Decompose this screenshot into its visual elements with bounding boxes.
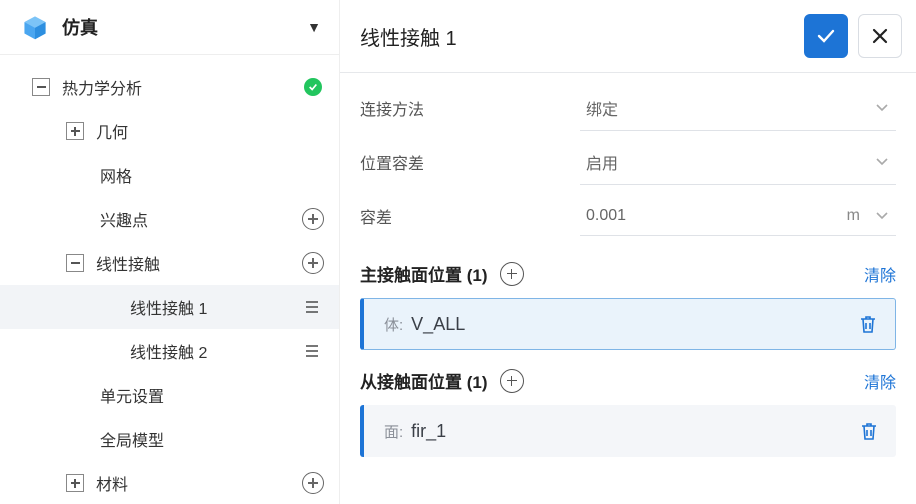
master-chip[interactable]: 体: V_ALL	[360, 298, 896, 350]
panel-title: 线性接触 1	[360, 22, 794, 51]
clear-slave-link[interactable]: 清除	[864, 369, 896, 393]
master-contact-section: 主接触面位置 (1) 清除 体: V_ALL	[340, 243, 916, 350]
add-slave-button[interactable]	[500, 369, 524, 393]
select-value: 绑定	[586, 96, 874, 120]
section-title: 主接触面位置 (1)	[360, 261, 488, 286]
chip-prefix: 体:	[384, 314, 403, 335]
tree-label: 几何	[84, 119, 325, 143]
close-button[interactable]	[858, 14, 902, 58]
unit-label: m	[838, 207, 860, 225]
section-head: 从接触面位置 (1) 清除	[360, 368, 896, 393]
collapse-icon[interactable]	[66, 254, 84, 272]
select-value: 启用	[586, 150, 874, 174]
status-ok-icon	[301, 75, 325, 99]
form-row-tolerance: 容差 0.001 m	[360, 189, 896, 243]
tree-item-global-model[interactable]: 全局模型	[0, 417, 339, 461]
tree-label: 单元设置	[100, 383, 325, 407]
panel-header: 线性接触 1	[340, 0, 916, 73]
tree-item-unit-settings[interactable]: 单元设置	[0, 373, 339, 417]
tolerance-input[interactable]: 0.001 m	[580, 197, 896, 236]
form-label: 连接方法	[360, 96, 580, 120]
expand-icon[interactable]	[66, 474, 84, 492]
position-tolerance-select[interactable]: 启用	[580, 140, 896, 185]
tree-item-poi[interactable]: 兴趣点	[0, 197, 339, 241]
add-master-button[interactable]	[500, 262, 524, 286]
form-label: 位置容差	[360, 150, 580, 174]
tree: 热力学分析 几何 网格 兴趣点 线性接触 线性接触 1	[0, 55, 339, 504]
slave-chip[interactable]: 面: fir_1	[360, 405, 896, 457]
form-row-connection-method: 连接方法 绑定	[360, 81, 896, 135]
input-value: 0.001	[586, 207, 838, 225]
menu-icon[interactable]	[301, 339, 325, 363]
tree-item-linear-contact-2[interactable]: 线性接触 2	[0, 329, 339, 373]
form-label: 容差	[360, 204, 580, 228]
chip-prefix: 面:	[384, 421, 403, 442]
tree-label: 热力学分析	[50, 75, 301, 99]
tree-item-material[interactable]: 材料	[0, 461, 339, 504]
connection-method-select[interactable]: 绑定	[580, 86, 896, 131]
collapse-icon[interactable]	[32, 78, 50, 96]
tree-label: 线性接触	[84, 251, 301, 275]
details-panel: 线性接触 1 连接方法 绑定 位置容差 启用 容差 0.001	[340, 0, 916, 504]
tree-item-linear-contact-1[interactable]: 线性接触 1	[0, 285, 339, 329]
chevron-down-icon	[874, 100, 890, 116]
tree-root-thermal-analysis[interactable]: 热力学分析	[0, 65, 339, 109]
tree-label: 线性接触 1	[130, 295, 301, 319]
sidebar: 仿真 ▼ 热力学分析 几何 网格 兴趣点 线性接	[0, 0, 340, 504]
tree-item-geometry[interactable]: 几何	[0, 109, 339, 153]
chevron-down-icon	[874, 154, 890, 170]
delete-slave-item-button[interactable]	[858, 420, 880, 442]
clear-master-link[interactable]: 清除	[864, 262, 896, 286]
tree-label: 线性接触 2	[130, 339, 301, 363]
chevron-down-icon	[874, 208, 890, 224]
menu-icon[interactable]	[301, 295, 325, 319]
form-row-position-tolerance: 位置容差 启用	[360, 135, 896, 189]
sidebar-header: 仿真 ▼	[0, 0, 339, 55]
add-icon[interactable]	[301, 207, 325, 231]
chip-value: V_ALL	[411, 314, 857, 335]
section-title: 从接触面位置 (1)	[360, 368, 488, 393]
slave-contact-section: 从接触面位置 (1) 清除 面: fir_1	[340, 350, 916, 457]
app-logo-icon	[22, 14, 48, 40]
tree-label: 全局模型	[100, 427, 325, 451]
expand-icon[interactable]	[66, 122, 84, 140]
tree-item-linear-contact[interactable]: 线性接触	[0, 241, 339, 285]
form: 连接方法 绑定 位置容差 启用 容差 0.001 m	[340, 73, 916, 243]
add-icon[interactable]	[301, 471, 325, 495]
confirm-button[interactable]	[804, 14, 848, 58]
section-head: 主接触面位置 (1) 清除	[360, 261, 896, 286]
tree-item-mesh[interactable]: 网格	[0, 153, 339, 197]
tree-label: 材料	[84, 471, 301, 495]
tree-label: 兴趣点	[100, 207, 301, 231]
sidebar-title: 仿真	[62, 14, 307, 40]
caret-down-icon[interactable]: ▼	[307, 19, 321, 35]
delete-master-item-button[interactable]	[857, 313, 879, 335]
add-icon[interactable]	[301, 251, 325, 275]
chip-value: fir_1	[411, 421, 858, 442]
tree-label: 网格	[100, 163, 325, 187]
